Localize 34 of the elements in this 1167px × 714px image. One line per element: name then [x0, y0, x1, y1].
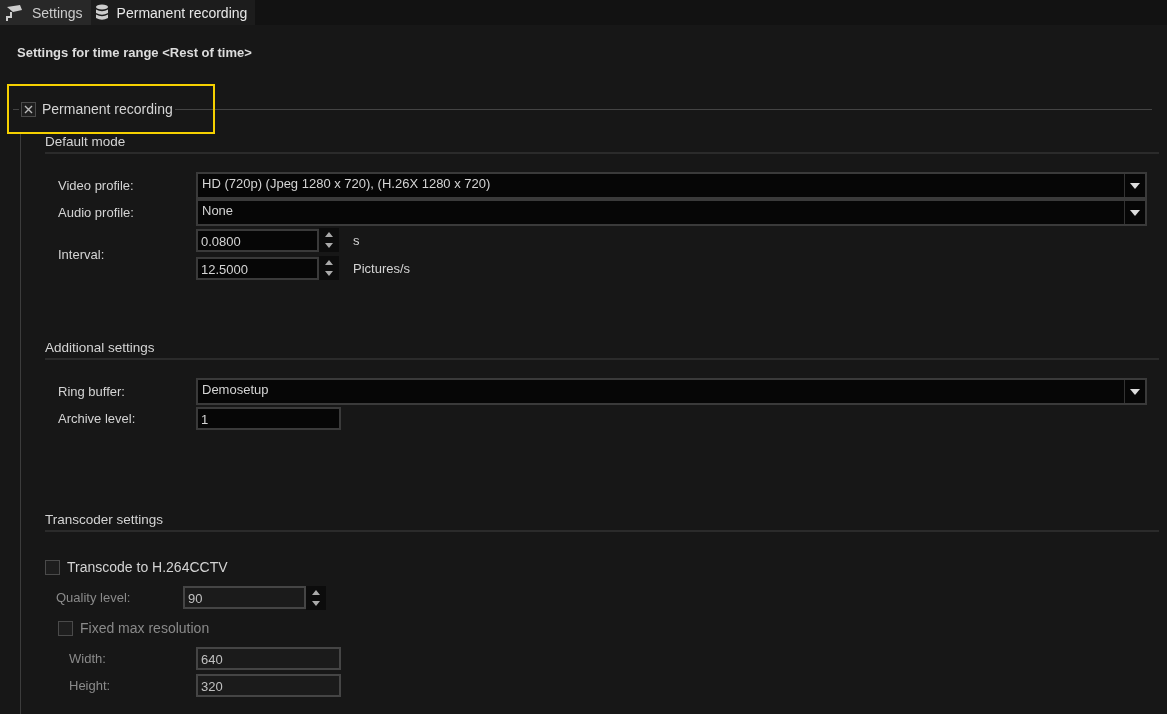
- number-field[interactable]: 0.0800: [196, 228, 319, 252]
- caret-icon: [1130, 182, 1140, 189]
- section-title: Additional settings: [45, 340, 1159, 360]
- checkbox[interactable]: [45, 559, 60, 575]
- number-field[interactable]: 12.5000: [196, 256, 319, 280]
- unit-label: Pictures/s: [353, 260, 411, 276]
- tab[interactable]: Permanent recording: [90, 0, 256, 25]
- field-label: Quality level:: [56, 590, 132, 605]
- field-label: Video profile:: [58, 178, 135, 193]
- dropdown[interactable]: HD (720p) (Jpeg 1280 x 720), (H.26X 1280 x 720): [196, 172, 1147, 199]
- field-label: Interval:: [58, 246, 106, 262]
- text-field[interactable]: 1: [196, 407, 341, 430]
- field-label: Height:: [69, 678, 112, 693]
- caret-icon: [1130, 388, 1140, 395]
- dropdown[interactable]: Demosetup: [196, 378, 1147, 405]
- field-label: Audio profile:: [58, 205, 135, 220]
- caret-icon: [1130, 209, 1140, 216]
- field-label: Ring buffer:: [58, 384, 126, 399]
- spin-buttons[interactable]: [319, 256, 339, 280]
- section-title: Transcoder settings: [45, 512, 1159, 532]
- database-icon: [94, 4, 109, 21]
- unit-label: s: [353, 232, 360, 248]
- tab[interactable]: Settings: [0, 0, 91, 25]
- field-label: Width:: [69, 651, 107, 666]
- checkbox-label[interactable]: Transcode to H.264CCTV: [67, 559, 228, 575]
- checkbox-label[interactable]: Permanent recording: [42, 101, 173, 117]
- camera-icon: [4, 3, 24, 22]
- section-title: Default mode: [45, 134, 1159, 154]
- page-heading: Settings for time range <Rest of time>: [17, 45, 253, 60]
- checkbox[interactable]: [21, 101, 36, 117]
- dropdown[interactable]: None: [196, 199, 1147, 226]
- field-label: Archive level:: [58, 411, 137, 426]
- spin-buttons[interactable]: [306, 585, 326, 610]
- spin-buttons[interactable]: [319, 228, 339, 252]
